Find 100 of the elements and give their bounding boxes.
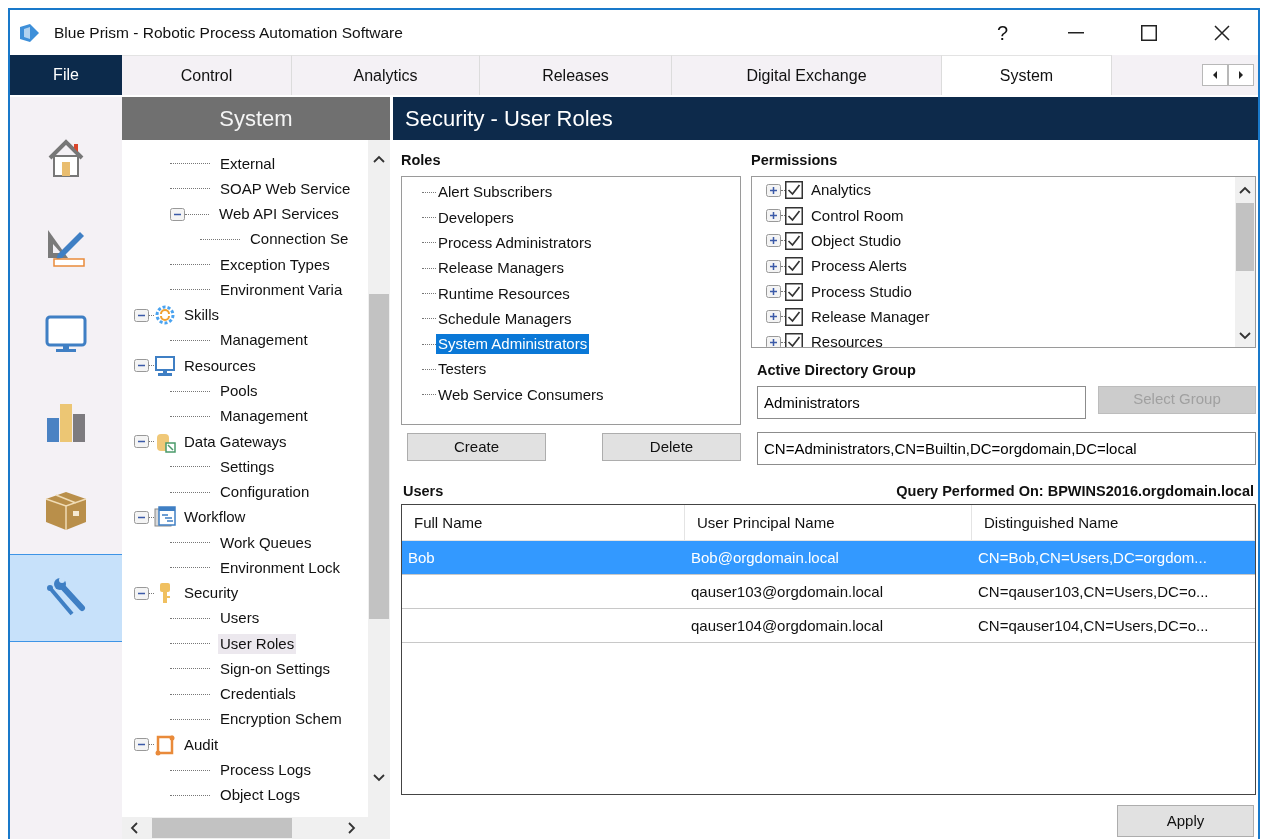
role-item[interactable]: Schedule Managers	[436, 308, 574, 329]
permission-item: Release Manager	[810, 306, 931, 327]
help-button[interactable]: ?	[996, 17, 1009, 48]
tree-item[interactable]: SOAP Web Service	[218, 178, 353, 199]
tree-item[interactable]: Configuration	[218, 482, 312, 503]
minimize-icon[interactable]	[1067, 31, 1084, 34]
expand-icon[interactable]	[766, 234, 781, 248]
panel-header: System	[122, 97, 390, 140]
maximize-icon[interactable]	[1140, 24, 1157, 41]
collapse-icon[interactable]	[134, 308, 149, 322]
collapse-icon[interactable]	[134, 738, 149, 752]
checkbox[interactable]	[785, 307, 803, 326]
role-item[interactable]: Process Administrators	[436, 233, 594, 253]
tab[interactable]: Releases	[480, 55, 672, 95]
checkbox[interactable]	[785, 257, 803, 276]
tree-item[interactable]: Data Gateways	[182, 431, 289, 452]
tree-item[interactable]: External	[218, 153, 278, 174]
role-item[interactable]: System Administrators	[436, 334, 590, 355]
role-item[interactable]: Web Service Consumers	[436, 384, 606, 405]
permission-item: Control Room	[810, 205, 905, 226]
tree-item[interactable]: Connection Se	[248, 229, 351, 250]
apply-button[interactable]: Apply	[1117, 805, 1254, 838]
tree-item[interactable]: Object Logs	[218, 785, 303, 806]
scroll-down-icon[interactable]	[1238, 330, 1252, 341]
scrollbar-thumb[interactable]	[1236, 202, 1254, 271]
tree-item[interactable]: Environment Lock	[218, 557, 343, 578]
scroll-left-button[interactable]	[1202, 64, 1228, 86]
collapse-icon[interactable]	[134, 435, 149, 449]
tree-item[interactable]: Workflow	[182, 507, 248, 528]
role-item[interactable]: Testers	[436, 359, 489, 380]
tree-item[interactable]: Work Queues	[218, 532, 314, 553]
expand-icon[interactable]	[766, 259, 781, 273]
tree-item[interactable]: Encryption Schem	[218, 709, 344, 730]
table-row[interactable]: qauser104@orgdomain.local CN=qauser104,CN=Users,DC=o...	[402, 609, 1255, 644]
gear-icon	[154, 304, 176, 327]
table-cell-text: CN=qauser104,CN=Users,DC=o...	[978, 615, 1209, 636]
tree-item[interactable]: Settings	[218, 456, 277, 477]
scroll-down-icon[interactable]	[372, 773, 386, 783]
role-item[interactable]: Runtime Resources	[436, 283, 572, 304]
action-button[interactable]: Delete	[602, 432, 741, 461]
scrollbar-thumb[interactable]	[152, 818, 292, 838]
left-arrow-icon[interactable]	[1211, 70, 1219, 80]
role-item[interactable]: Release Managers	[436, 258, 566, 279]
checkbox[interactable]	[785, 232, 803, 250]
distinguished-name-field[interactable]: CN=Administrators,CN=Builtin,DC=orgdomain,DC=local	[757, 431, 1256, 465]
expand-icon[interactable]	[766, 285, 781, 299]
group-field[interactable]: Administrators	[757, 385, 1086, 419]
tree-item[interactable]: Sign-on Settings	[218, 658, 333, 679]
collapse-icon[interactable]	[170, 207, 185, 221]
right-arrow-icon[interactable]	[1237, 70, 1245, 80]
expand-icon[interactable]	[766, 310, 781, 324]
permission-item: Process Alerts	[810, 256, 908, 277]
collapse-icon[interactable]	[134, 510, 149, 524]
scrollbar[interactable]	[1235, 176, 1255, 347]
collapse-icon[interactable]	[134, 586, 149, 600]
role-item[interactable]: Developers	[436, 207, 516, 228]
permission-item: Process Studio	[810, 281, 913, 302]
close-icon[interactable]	[1213, 24, 1230, 41]
tree-item[interactable]: Credentials	[218, 684, 298, 705]
checkbox[interactable]	[785, 181, 803, 200]
checkbox[interactable]	[785, 206, 803, 225]
scroll-up-icon[interactable]	[1238, 184, 1252, 195]
scroll-right-button[interactable]	[1228, 64, 1254, 86]
file-menu[interactable]: File	[10, 55, 122, 95]
tab[interactable]: System	[942, 55, 1112, 95]
scroll-up-icon[interactable]	[372, 154, 386, 164]
collapse-icon[interactable]	[134, 359, 149, 373]
expand-icon[interactable]	[766, 335, 781, 347]
tree-item[interactable]: Management	[218, 330, 310, 351]
action-button[interactable]: Create	[407, 432, 546, 461]
tree-item[interactable]: Security	[182, 583, 241, 604]
tree-item[interactable]: User Roles	[218, 633, 297, 654]
table-cell-text: qauser104@orgdomain.local	[691, 615, 883, 636]
expand-icon[interactable]	[766, 183, 781, 197]
permission-item: Resources	[810, 332, 884, 347]
scrollbar[interactable]	[368, 140, 390, 817]
table-row[interactable]: qauser103@orgdomain.local CN=qauser103,CN=Users,DC=o...	[402, 575, 1255, 610]
table-cell-text: CN=qauser103,CN=Users,DC=o...	[978, 581, 1209, 602]
permission-item: Object Studio	[810, 231, 903, 251]
table-cell-text: Bob@orgdomain.local	[691, 547, 839, 568]
expand-icon[interactable]	[766, 209, 781, 223]
role-item[interactable]: Alert Subscribers	[436, 182, 555, 203]
tree-item[interactable]: Users	[218, 608, 262, 629]
tree-item[interactable]: Web API Services	[217, 204, 341, 225]
horizontal-scrollbar[interactable]	[122, 817, 390, 839]
tree-item[interactable]: Process Logs	[218, 760, 313, 780]
tab[interactable]: Control	[122, 55, 292, 95]
checkbox[interactable]	[785, 282, 803, 301]
tree-item[interactable]: Resources	[182, 355, 258, 376]
tree-item[interactable]: Skills	[182, 305, 221, 326]
tree-item[interactable]: Pools	[218, 381, 260, 401]
table-cell-text: qauser103@orgdomain.local	[691, 581, 883, 602]
tree-item[interactable]: Environment Varia	[218, 279, 345, 300]
tree-item[interactable]: Audit	[182, 734, 221, 755]
tree-item[interactable]: Exception Types	[218, 254, 332, 275]
scrollbar-thumb[interactable]	[369, 294, 389, 619]
tab[interactable]: Analytics	[292, 55, 480, 95]
checkbox[interactable]	[785, 333, 803, 347]
tab[interactable]: Digital Exchange	[672, 55, 942, 95]
tree-item[interactable]: Management	[218, 406, 310, 427]
